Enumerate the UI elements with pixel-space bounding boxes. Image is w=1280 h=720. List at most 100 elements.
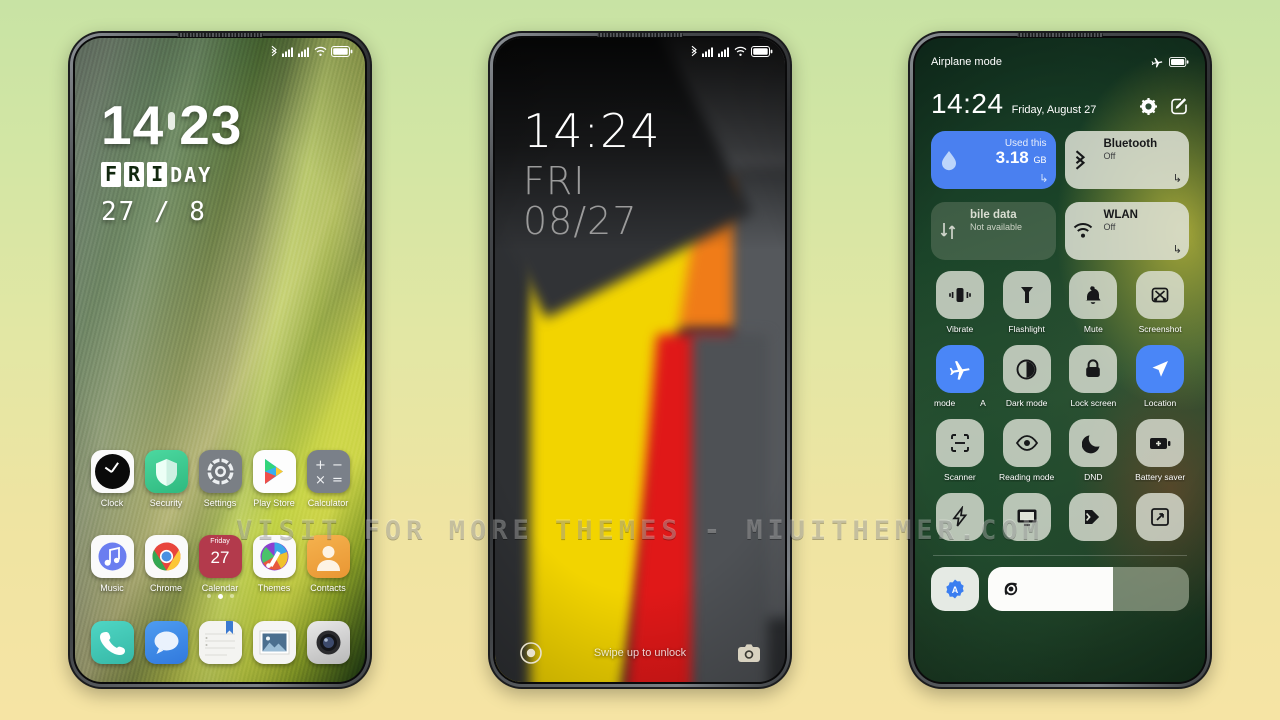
app-settings[interactable]: Settings	[194, 450, 246, 508]
tile-video-toolbox[interactable]	[1065, 493, 1123, 546]
app-security[interactable]: Security	[140, 450, 192, 508]
tile-wlan[interactable]: WLAN Off ↳	[1064, 202, 1189, 260]
tile-dnd[interactable]: DND	[1065, 419, 1123, 482]
app-themes[interactable]: Themes	[248, 535, 300, 593]
tile-label: DND	[1084, 472, 1103, 482]
phone-icon[interactable]	[90, 621, 134, 664]
clock-icon	[90, 450, 134, 493]
app-label: Security	[149, 498, 183, 508]
app-chrome[interactable]: Chrome	[140, 535, 192, 593]
quick-tiles-row-2: mode A Dark mode Lock screen Location	[931, 345, 1189, 408]
airplane-icon	[950, 360, 970, 380]
app-label: Settings	[203, 498, 237, 508]
quick-tiles-row-1: Vibrate Flashlight Mute Screenshot	[931, 271, 1189, 334]
page-dot-active[interactable]	[217, 594, 223, 599]
tile-vibrate[interactable]: Vibrate	[931, 271, 989, 334]
phone-device-lockscreen: 14:24 FRI 08/27 Swipe up to unlock	[488, 31, 792, 689]
earpiece-speaker	[177, 33, 263, 37]
clock-separator	[168, 111, 176, 130]
lockscreen-date: 08/27	[523, 198, 638, 243]
tile-expand-arrow[interactable]: ↳	[1173, 243, 1182, 256]
weekday-letter-i: I	[147, 162, 168, 187]
bluetooth-icon	[1075, 150, 1085, 170]
gear-icon[interactable]	[1139, 97, 1158, 116]
svg-text:−: −	[332, 458, 343, 473]
tile-mute[interactable]: Mute	[1065, 271, 1123, 334]
phone-device-home: 14 23 F R I DAY 27 / 8 Clock Security Se…	[68, 31, 372, 689]
tile-mobile-data[interactable]: bile data Not available	[931, 202, 1056, 260]
app-play-store[interactable]: Play Store	[248, 450, 300, 508]
themes-icon	[252, 535, 296, 578]
app-contacts[interactable]: Contacts	[302, 535, 354, 593]
signal-icon-2	[298, 47, 309, 57]
tile-expand-arrow[interactable]: ↳	[1173, 172, 1182, 185]
app-label: Calculator	[307, 498, 349, 508]
big-tiles-row-2: bile data Not available WLAN Off ↳	[931, 202, 1189, 260]
status-bar	[495, 38, 785, 64]
tile-lightning[interactable]	[931, 493, 989, 546]
dock	[75, 621, 365, 664]
status-bar	[75, 38, 365, 64]
tile-expand-arrow[interactable]: ↳	[1039, 172, 1048, 185]
battery-plus-icon	[1150, 438, 1171, 449]
tile-scanner[interactable]: Scanner	[931, 419, 989, 482]
control-center-date: Friday, August 27	[1011, 104, 1097, 116]
data-usage-unit: GB	[1033, 155, 1047, 165]
tile-battery-saver[interactable]: Battery saver	[1131, 419, 1189, 482]
contacts-icon	[306, 535, 350, 578]
brightness-row: A	[931, 567, 1189, 611]
home-clock-widget: 14 23 F R I DAY 27 / 8	[101, 98, 242, 227]
tile-lock-screen[interactable]: Lock screen	[1065, 345, 1123, 408]
tile-screenshot[interactable]: Screenshot	[1131, 271, 1189, 334]
gallery-icon[interactable]	[252, 621, 296, 664]
record-icon[interactable]	[519, 641, 543, 665]
brightness-slider[interactable]	[988, 567, 1189, 611]
page-dot[interactable]	[229, 594, 234, 598]
vibrate-icon	[949, 288, 971, 302]
app-label: Themes	[257, 583, 291, 593]
edit-pencil-icon[interactable]	[1170, 97, 1189, 116]
tile-label: Battery saver	[1135, 472, 1186, 482]
app-calendar[interactable]: Friday 27 Calendar	[194, 535, 246, 593]
scan-frame-icon	[950, 434, 969, 452]
app-clock[interactable]: Clock	[86, 450, 138, 508]
lockscreen-time: 14:24	[523, 104, 661, 158]
tile-data-usage[interactable]: Used this 3.18 GB ↳	[931, 131, 1056, 189]
auto-brightness-icon: A	[946, 579, 964, 599]
tile-cast-screen[interactable]	[998, 493, 1056, 546]
app-music[interactable]: Music	[86, 535, 138, 593]
tile-label-right: A	[980, 398, 986, 408]
brightness-icon	[1004, 582, 1018, 596]
battery-icon	[1169, 57, 1189, 67]
tile-flashlight[interactable]: Flashlight	[998, 271, 1056, 334]
page-dot[interactable]	[206, 594, 211, 598]
app-calculator[interactable]: + − × = Calculator	[302, 450, 354, 508]
tile-reading-mode[interactable]: Reading mode	[998, 419, 1056, 482]
tile-bluetooth[interactable]: Bluetooth Off ↳	[1064, 131, 1189, 189]
tile-location[interactable]: Location	[1131, 345, 1189, 408]
tile-subtitle: Off	[1103, 151, 1116, 161]
auto-brightness-button[interactable]: A	[931, 567, 979, 611]
bluetooth-icon	[691, 45, 697, 57]
control-center-header: 14:24 Friday, August 27	[931, 90, 1189, 118]
battery-icon	[331, 45, 353, 57]
svg-text:=: =	[332, 473, 343, 488]
phone2-screen: 14:24 FRI 08/27 Swipe up to unlock	[495, 38, 785, 682]
camera-icon[interactable]	[306, 621, 350, 664]
tile-expand[interactable]	[1131, 493, 1189, 546]
control-center: Airplane mode 14:24 Friday, August 27 Us…	[915, 38, 1205, 682]
notes-icon[interactable]	[198, 621, 242, 664]
svg-text:×: ×	[315, 473, 326, 488]
tile-dark-mode[interactable]: Dark mode	[998, 345, 1056, 408]
airplane-icon	[1151, 58, 1163, 68]
weekday-suffix: DAY	[170, 163, 213, 187]
tile-airplane-mode[interactable]: mode A	[931, 345, 989, 408]
calendar-weekday: Friday	[210, 538, 230, 545]
clock-minutes: 23	[179, 94, 243, 156]
tile-label: Reading mode	[998, 472, 1055, 482]
signal-icon-2	[718, 47, 729, 57]
camera-icon[interactable]	[737, 643, 761, 663]
moon-icon	[1082, 435, 1100, 454]
location-arrow-icon	[1152, 361, 1169, 377]
message-bubble-icon[interactable]	[144, 621, 188, 664]
